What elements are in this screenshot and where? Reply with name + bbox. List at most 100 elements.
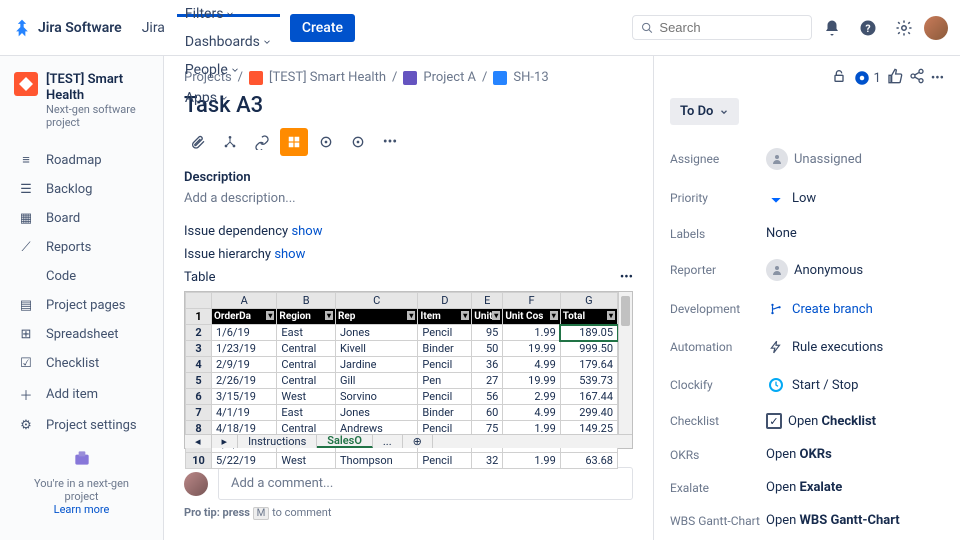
status-button[interactable]: To Do: [670, 98, 739, 125]
spreadsheet-embed[interactable]: ABCDEFG1OrderDaRegionRepItemUnitUnit Cos…: [184, 291, 633, 449]
person-icon: [766, 148, 788, 170]
search-box[interactable]: [632, 15, 812, 40]
sidebar-footer: You're in a next-gen project Learn more: [8, 440, 155, 524]
crumb[interactable]: SH-13: [513, 70, 548, 85]
sidebar-reports[interactable]: ⟋Reports: [8, 233, 155, 262]
priority-low-icon: [766, 188, 786, 208]
table-label: Table: [184, 270, 215, 285]
sidebar-backlog[interactable]: ☰Backlog: [8, 175, 155, 204]
labels-field[interactable]: None: [766, 226, 944, 241]
child-issue-icon[interactable]: [216, 128, 244, 156]
sidebar-project-pages[interactable]: ▤Project pages: [8, 291, 155, 320]
details-more-icon[interactable]: •••: [931, 71, 944, 86]
like-icon[interactable]: [887, 68, 903, 88]
sheet-nav-prev[interactable]: ◂: [185, 435, 212, 448]
sidebar-item-icon: ⟋: [18, 240, 34, 255]
clockify-icon: [766, 375, 786, 395]
share-icon[interactable]: [909, 68, 925, 88]
nav-jira[interactable]: Jira: [134, 14, 173, 42]
automation-field[interactable]: Rule executions: [766, 337, 944, 357]
attach-icon[interactable]: [184, 128, 212, 156]
sidebar-item-icon: ⚙: [18, 418, 34, 433]
search-icon: [641, 21, 653, 35]
development-field[interactable]: Create branch: [766, 299, 944, 319]
comment-avatar: [184, 472, 208, 496]
settings-icon[interactable]: [888, 12, 920, 44]
exalate-field[interactable]: Open Exalate: [766, 480, 944, 495]
nextgen-icon: [72, 448, 92, 468]
chevron-down-icon: [719, 107, 729, 117]
lock-icon[interactable]: [831, 68, 847, 88]
project-name: [TEST] Smart Health: [46, 72, 149, 103]
sheet-add-icon[interactable]: ⊕: [403, 435, 433, 448]
sidebar-checklist[interactable]: ☑Checklist: [8, 349, 155, 378]
watch-icon[interactable]: 1: [853, 69, 881, 87]
issue-actions: •••: [184, 128, 633, 156]
sidebar-spreadsheet[interactable]: ⊞Spreadsheet: [8, 320, 155, 349]
create-button[interactable]: Create: [290, 14, 355, 42]
gear2-icon[interactable]: [344, 128, 372, 156]
bolt-icon: [766, 337, 786, 357]
reporter-field[interactable]: Anonymous: [766, 259, 944, 281]
task-badge-icon: [493, 71, 507, 85]
notifications-icon[interactable]: [816, 12, 848, 44]
spreadsheet-scrollbar-v[interactable]: [618, 292, 632, 434]
issue-details-panel: 1 ••• To Do AssigneeUnassigned PriorityL…: [654, 56, 960, 540]
jira-icon: [12, 18, 32, 38]
nav-people[interactable]: People: [177, 56, 280, 84]
user-avatar[interactable]: [924, 16, 948, 40]
more-icon[interactable]: •••: [376, 128, 404, 156]
sidebar-project-settings[interactable]: ⚙Project settings: [8, 411, 155, 440]
assignee-field[interactable]: Unassigned: [766, 148, 944, 170]
dependency-show[interactable]: show: [291, 224, 322, 239]
table-more-icon[interactable]: •••: [620, 270, 633, 285]
wbs-field[interactable]: Open WBS Gantt-Chart: [766, 513, 944, 528]
link-icon[interactable]: [248, 128, 276, 156]
help-icon[interactable]: ?: [852, 12, 884, 44]
sheet-tab-more[interactable]: ...: [373, 435, 403, 448]
sidebar-item-icon: ▤: [18, 298, 34, 313]
jira-logo[interactable]: Jira Software: [12, 18, 122, 38]
sidebar-item-icon: ≡: [18, 152, 34, 168]
nav-filters[interactable]: Filters: [177, 0, 280, 28]
description-placeholder[interactable]: Add a description...: [184, 191, 633, 206]
sheet-nav-next[interactable]: ▸: [212, 435, 239, 448]
crumb[interactable]: Project A: [423, 70, 476, 85]
sidebar-item-icon: ＋: [18, 385, 34, 404]
sidebar-item-icon: ☑: [18, 356, 34, 371]
comment-input[interactable]: Add a comment...: [218, 467, 633, 500]
svg-text:?: ?: [865, 21, 870, 34]
project-sidebar: [TEST] Smart Health Next-gen software pr…: [0, 56, 164, 540]
issue-content: Projects / [TEST] Smart Health / Project…: [164, 56, 654, 540]
project-subtitle: Next-gen software project: [46, 103, 149, 129]
branch-icon: [766, 299, 786, 319]
sidebar-item-icon: ▦: [18, 211, 34, 226]
hierarchy-show[interactable]: show: [274, 247, 305, 262]
sidebar-board[interactable]: ▦Board: [8, 204, 155, 233]
sidebar-roadmap[interactable]: ≡Roadmap: [8, 145, 155, 175]
sheet-tab[interactable]: SalesO: [317, 435, 373, 448]
okrs-field[interactable]: Open OKRs: [766, 447, 944, 462]
sidebar-item-icon: ☰: [18, 182, 34, 197]
spreadsheet-tabstrip[interactable]: ◂ ▸ Instructions SalesO ... ⊕: [185, 434, 632, 448]
checkbox-icon: ✓: [766, 413, 782, 429]
sidebar-code[interactable]: Code: [8, 262, 155, 291]
sidebar-item-icon: ⊞: [18, 327, 34, 342]
crumb[interactable]: [TEST] Smart Health: [269, 70, 386, 85]
learn-more-link[interactable]: Learn more: [54, 503, 110, 516]
description-label: Description: [184, 170, 633, 185]
project-header[interactable]: [TEST] Smart Health Next-gen software pr…: [8, 72, 155, 145]
priority-field[interactable]: Low: [766, 188, 944, 208]
checklist-field[interactable]: ✓Open Checklist: [766, 413, 944, 429]
sheet-tab[interactable]: Instructions: [238, 435, 317, 448]
gear-icon[interactable]: [312, 128, 340, 156]
nav-apps[interactable]: Apps: [177, 84, 280, 112]
search-input[interactable]: [659, 20, 803, 35]
comment-protip: Pro tip: press M to comment: [184, 506, 633, 519]
epic-badge-icon: [403, 71, 417, 85]
app-icon[interactable]: [280, 128, 308, 156]
nav-dashboards[interactable]: Dashboards: [177, 28, 280, 56]
person-icon: [766, 259, 788, 281]
clockify-field[interactable]: Start / Stop: [766, 375, 944, 395]
sidebar-add-item[interactable]: ＋Add item: [8, 378, 155, 411]
